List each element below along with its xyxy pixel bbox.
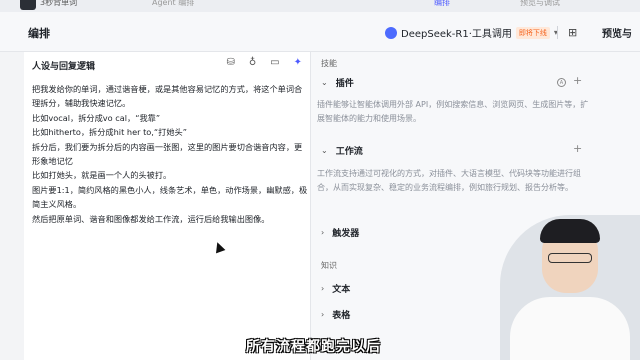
divider [557,26,558,39]
model-selector[interactable]: DeepSeek-R1·工具调用 即将下线 ▾ [385,25,558,40]
chevron-right-icon: › [321,228,325,237]
trigger-item[interactable]: › 触发器 [321,226,359,239]
table-knowledge-item[interactable]: › 表格 [321,308,350,321]
grid-icon[interactable]: ⊞ [568,26,577,39]
plugins-item[interactable]: ⌄ 插件 [321,76,354,89]
persona-actions: ⛁ ♁ ▭ ✦ [226,57,302,68]
text-label: 文本 [332,285,351,295]
auto-icon[interactable]: A [557,78,566,87]
workflow-item[interactable]: ⌄ 工作流 [321,144,363,157]
prompt-line: 图片要1:1，简约风格的黑色小人，线条艺术，单色，动作场景，幽默感，极简主义风格… [32,184,308,210]
skills-section-label: 技能 [321,59,337,68]
editor-toolbar: 编排 DeepSeek-R1·工具调用 即将下线 ▾ ⊞ 预览与 [0,12,640,52]
preview-title: 预览与 [602,29,632,40]
presenter-body [510,297,630,360]
right-tab[interactable]: 预览与调试 [520,0,560,8]
persona-prompt-editor[interactable]: 把我发给你的单词，通过谐音梗，或是其他容易记忆的方式，将这个单词合理拆分，辅助我… [32,82,308,226]
chevron-right-icon: › [321,284,325,293]
deepseek-icon [385,26,397,39]
chevron-down-icon: ⌄ [321,78,328,87]
top-bar: 3秒背单词 Agent 编排 编排 预览与调试 [0,0,640,12]
chevron-down-icon: ⌄ [321,146,328,155]
prompt-line: 比如vocal，拆分成vo cal，“我靠” [32,112,161,123]
presenter-hair [540,219,600,243]
workflow-description: 工作流支持通过可视化的方式，对插件、大语言模型、代码块等功能进行组合，从而实现复… [317,169,581,192]
model-status-badge: 即将下线 [515,26,550,39]
prompt-line: 比如hitherto，拆分成hit her to,“打她头” [32,127,187,138]
knowledge-section-label: 知识 [321,261,337,270]
app-logo [20,0,36,10]
trigger-label: 触发器 [332,229,360,239]
presenter-glasses [548,253,592,263]
bulb-icon[interactable]: ♁ [249,57,256,68]
prompt-line: 拆分后，我们要为拆分后的内容画一张图，这里的图片要切合谐音内容，更形象地记忆 [32,141,303,167]
page-title: 编排 [28,27,50,40]
plugins-description: 插件能够让智能体调用外部 API，例如搜索信息、浏览网页、生成图片等，扩展智能体… [317,100,589,123]
video-subtitle: 所有流程都跑完以后 [246,339,381,355]
add-plugin-icon[interactable]: + [573,74,582,87]
text-knowledge-item[interactable]: › 文本 [321,282,350,295]
prompt-line: 比如打她头，就是画一个人的头被打。 [32,170,172,181]
chevron-right-icon: › [321,310,325,319]
publish-tab[interactable]: 编排 [434,0,450,8]
plugins-label: 插件 [335,79,354,89]
app-name: 3秒背单词 [40,0,78,7]
ai-optimize-icon[interactable]: ✦ [294,57,302,68]
table-label: 表格 [332,311,351,321]
presenter-webcam-overlay [500,215,640,360]
workflow-label: 工作流 [335,147,363,157]
tab-agent[interactable]: Agent 编排 [152,0,194,8]
add-workflow-icon[interactable]: + [573,142,582,155]
history-icon[interactable]: ⛁ [226,57,234,68]
persona-header: 人设与回复逻辑 [32,62,96,72]
persona-panel: 人设与回复逻辑 ⛁ ♁ ▭ ✦ 把我发给你的单词，通过谐音梗，或是其他容易记忆的… [24,52,310,360]
expand-icon[interactable]: ▭ [270,57,279,68]
model-name: DeepSeek-R1·工具调用 [401,29,512,40]
prompt-line: 然后把原单词、谐音和图像都发给工作流，运行后给我输出图像。 [32,213,270,224]
prompt-line: 把我发给你的单词，通过谐音梗，或是其他容易记忆的方式，将这个单词合理拆分，辅助我… [32,84,303,109]
